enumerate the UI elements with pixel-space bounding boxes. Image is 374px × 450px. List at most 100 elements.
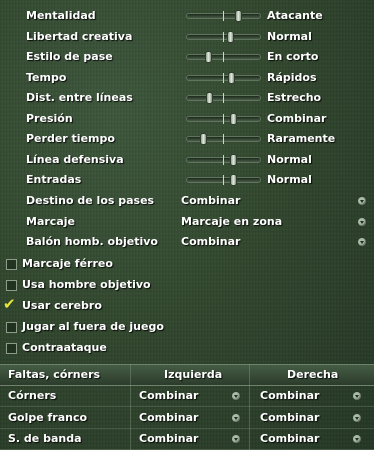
checkbox-row-marcaje-ferreo[interactable]: Marcaje férreo	[0, 254, 374, 274]
chevron-down-icon[interactable]	[353, 435, 361, 443]
left-value-select[interactable]: Combinar	[139, 428, 198, 449]
checkbox[interactable]	[6, 322, 17, 333]
dropdown-label: Marcaje	[26, 214, 75, 228]
slider-row-dist-entre-lineas: Dist. entre líneas Estrecho	[0, 88, 374, 108]
slider-entradas[interactable]	[186, 174, 261, 186]
checkbox-label: Usa hombre objetivo	[22, 278, 151, 291]
slider-center-tick	[223, 134, 224, 144]
slider-presion[interactable]	[186, 112, 261, 125]
slider-thumb[interactable]	[235, 10, 242, 22]
slider-row-entradas: Entradas Normal	[0, 170, 374, 190]
checkbox-row-usar-cerebro[interactable]: ✔ Usar cerebro	[0, 295, 374, 316]
slider-thumb[interactable]	[205, 51, 212, 63]
slider-value: Rápidos	[267, 70, 317, 84]
slider-label: Línea defensiva	[26, 152, 124, 166]
chevron-down-icon[interactable]	[232, 413, 240, 422]
slider-label: Tempo	[26, 70, 67, 84]
chevron-down-icon[interactable]	[232, 392, 240, 400]
right-value-select[interactable]: Combinar	[260, 428, 319, 449]
left-value-select[interactable]: Combinar	[139, 407, 198, 428]
slider-row-presion: Presión Combinar	[0, 109, 374, 129]
slider-thumb[interactable]	[206, 92, 213, 104]
slider-label: Mentalidad	[26, 9, 96, 22]
dropdown-row-marcaje[interactable]: Marcaje Marcaje en zona	[0, 212, 374, 232]
slider-thumb[interactable]	[230, 153, 237, 166]
dropdown-row-balon-homb-objetivo[interactable]: Balón homb. objetivo Combinar	[0, 232, 374, 252]
chevron-down-icon[interactable]	[358, 197, 366, 205]
slider-value: Atacante	[267, 9, 323, 22]
set-piece-label: Córners	[8, 389, 57, 402]
checkmark-icon: ✔	[3, 295, 16, 313]
slider-row-perder-tiempo: Perder tiempo Raramente	[0, 129, 374, 149]
slider-value: Combinar	[267, 111, 327, 125]
chevron-down-icon[interactable]	[358, 238, 366, 246]
slider-estilo-de-pase[interactable]	[186, 51, 261, 63]
left-value-select[interactable]: Combinar	[139, 385, 198, 406]
slider-label: Presión	[26, 111, 73, 125]
slider-row-tempo: Tempo Rápidos	[0, 68, 374, 88]
slider-mentalidad[interactable]	[186, 10, 261, 22]
slider-thumb[interactable]	[227, 30, 234, 43]
checkbox-row-jugar-al-fuera-de-juego[interactable]: Jugar al fuera de juego	[0, 317, 374, 337]
slider-thumb[interactable]	[228, 71, 235, 84]
checkbox[interactable]: ✔	[3, 295, 17, 313]
checkbox-row-usa-hombre-objetivo[interactable]: Usa hombre objetivo	[0, 275, 374, 295]
slider-value: Normal	[267, 152, 312, 166]
slider-center-tick	[223, 52, 224, 62]
dropdown-label: Destino de los pases	[26, 194, 155, 207]
right-value-select[interactable]: Combinar	[260, 385, 319, 406]
slider-value: Estrecho	[267, 91, 322, 104]
slider-row-linea-defensiva: Línea defensiva Normal	[0, 150, 374, 170]
slider-row-libertad-creativa: Libertad creativa Normal	[0, 27, 374, 47]
dropdown-value[interactable]: Combinar	[181, 191, 240, 211]
slider-center-tick	[223, 175, 224, 185]
slider-thumb[interactable]	[230, 174, 237, 186]
set-piece-label: S. de banda	[8, 432, 82, 445]
slider-dist-entre-lineas[interactable]	[186, 92, 261, 104]
checkbox-row-contraataque[interactable]: Contraataque	[0, 338, 374, 358]
slider-value: Normal	[267, 173, 312, 186]
table-row: Golpe franco Combinar Combinar	[0, 407, 374, 429]
slider-value: Raramente	[267, 132, 336, 145]
checkbox-label: Contraataque	[22, 341, 107, 354]
slider-thumb[interactable]	[200, 133, 207, 145]
slider-libertad-creativa[interactable]	[186, 30, 261, 43]
chevron-down-icon[interactable]	[353, 413, 361, 422]
checkbox[interactable]	[6, 343, 17, 354]
dropdown-label: Balón homb. objetivo	[26, 235, 158, 248]
slider-center-tick	[223, 11, 224, 21]
slider-center-tick	[223, 93, 224, 103]
slider-value: Normal	[267, 29, 312, 43]
chevron-down-icon[interactable]	[358, 217, 366, 226]
right-column-header: Derecha	[287, 368, 339, 381]
checkbox-label: Usar cerebro	[22, 299, 102, 312]
slider-tempo[interactable]	[186, 71, 261, 84]
chevron-down-icon[interactable]	[232, 435, 240, 443]
slider-center-tick	[223, 72, 224, 83]
right-value-select[interactable]: Combinar	[260, 407, 319, 428]
slider-center-tick	[223, 113, 224, 124]
left-column-header: Izquierda	[164, 368, 223, 381]
set-pieces-header: Faltas, córners Izquierda Derecha	[0, 364, 374, 386]
dropdown-value[interactable]: Marcaje en zona	[181, 212, 282, 232]
set-pieces-title: Faltas, córners	[8, 368, 101, 381]
checkbox[interactable]	[6, 259, 17, 270]
slider-thumb[interactable]	[230, 112, 237, 125]
slider-perder-tiempo[interactable]	[186, 133, 261, 145]
slider-label: Perder tiempo	[26, 132, 115, 145]
slider-label: Dist. entre líneas	[26, 91, 133, 104]
slider-label: Libertad creativa	[26, 29, 133, 43]
checkbox[interactable]	[6, 280, 17, 291]
dropdown-row-destino-de-los-pases[interactable]: Destino de los pases Combinar	[0, 191, 374, 211]
slider-label: Estilo de pase	[26, 50, 113, 63]
checkbox-label: Marcaje férreo	[22, 257, 113, 270]
slider-center-tick	[223, 31, 224, 42]
dropdown-value[interactable]: Combinar	[181, 232, 240, 252]
slider-label: Entradas	[26, 173, 82, 186]
slider-linea-defensiva[interactable]	[186, 153, 261, 166]
table-row: Córners Combinar Combinar	[0, 385, 374, 407]
chevron-down-icon[interactable]	[353, 392, 361, 400]
slider-center-tick	[223, 154, 224, 165]
slider-row-estilo-de-pase: Estilo de pase En corto	[0, 47, 374, 67]
slider-value: En corto	[267, 50, 319, 63]
